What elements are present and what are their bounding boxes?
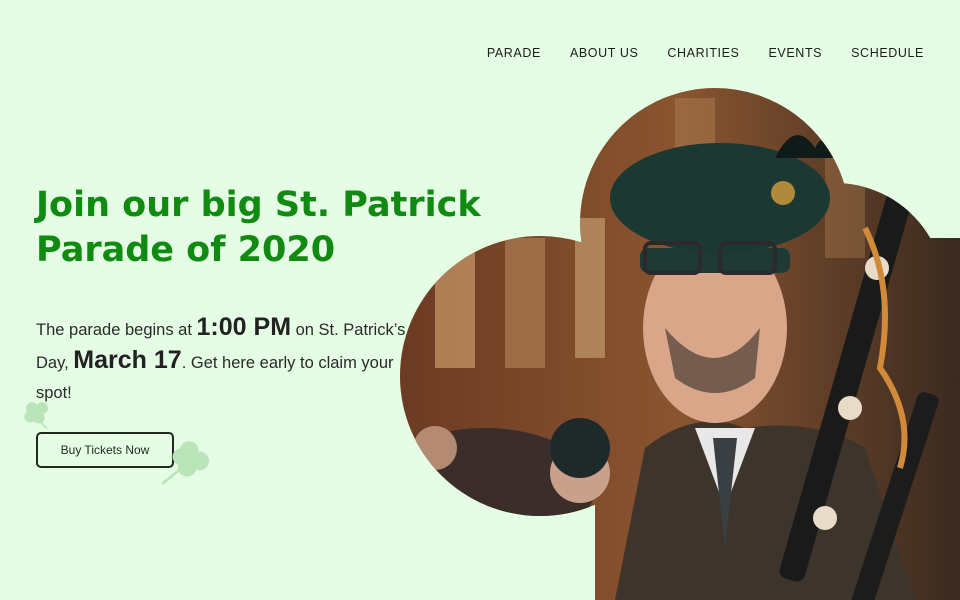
nav-events[interactable]: EVENTS (769, 46, 823, 60)
main-nav: PARADE ABOUT US CHARITIES EVENTS SCHEDUL… (487, 46, 924, 60)
bagpiper-photo (400, 88, 960, 600)
nav-charities[interactable]: CHARITIES (667, 46, 739, 60)
shamrock-icon (161, 441, 209, 485)
buy-tickets-button[interactable]: Buy Tickets Now (36, 432, 174, 468)
nav-about-us[interactable]: ABOUT US (570, 46, 638, 60)
nav-parade[interactable]: PARADE (487, 46, 541, 60)
parade-date: March 17 (73, 346, 182, 374)
nav-schedule[interactable]: SCHEDULE (851, 46, 924, 60)
hero-text-intro: The parade begins at (36, 321, 197, 339)
shamrock-icon (24, 402, 49, 430)
parade-time: 1:00 PM (196, 313, 292, 341)
hero-description: The parade begins at 1:00 PM on St. Patr… (36, 312, 416, 408)
